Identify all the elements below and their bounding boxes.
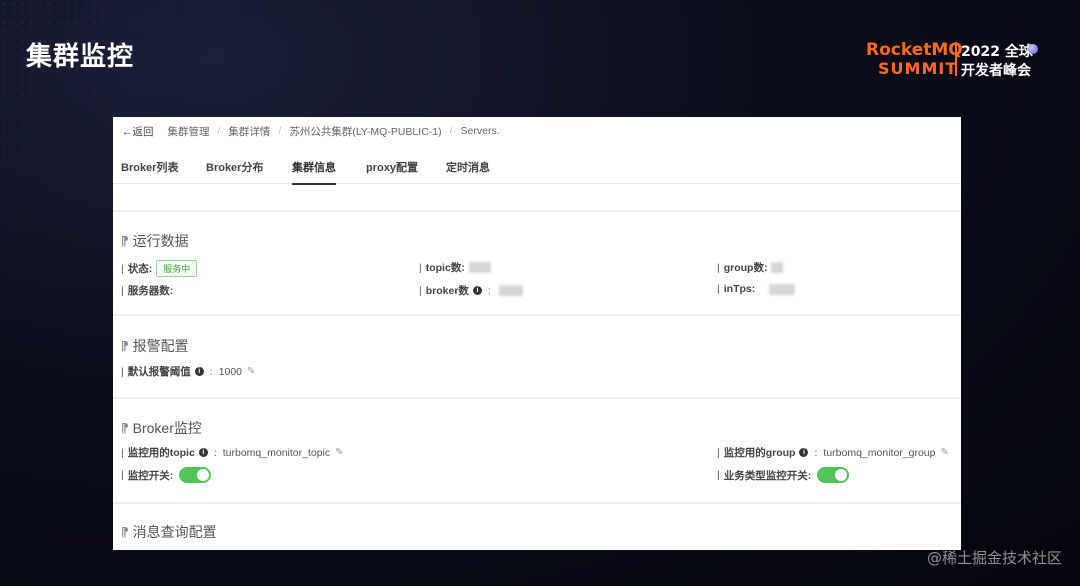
alarm-threshold-value: 1000 <box>218 365 243 378</box>
monitor-switch-field: | 监控开关: <box>121 467 212 483</box>
monitor-group-value: turbomq_monitor_group <box>823 446 936 459</box>
watermark: @稀土掘金技术社区 <box>926 549 1062 567</box>
alarm-threshold-label: 默认报警阈值 <box>127 366 191 378</box>
section-icon: ⁋ <box>121 234 129 248</box>
monitor-group-field: | 监控用的group i : turbomq_monitor_group ✎ <box>717 446 949 460</box>
breadcrumb: ←返回 集群管理 / 集群详情 / 苏州公共集群(LY-MQ-PUBLIC-1)… <box>122 123 500 139</box>
tab-bar: Broker列表 Broker分布 集群信息 proxy配置 定时消息 <box>113 153 961 185</box>
biz-monitor-switch-label: 业务类型监控开关: <box>723 469 812 482</box>
info-icon[interactable]: i <box>194 367 204 376</box>
section-title-text: 消息查询配置 <box>132 524 217 540</box>
status-field: | 状态: 服务中 <box>121 260 198 277</box>
edit-icon[interactable]: ✎ <box>940 447 948 458</box>
group-count-label: group数: <box>723 262 768 274</box>
intps-label: inTps: <box>723 283 756 295</box>
monitor-topic-label: 监控用的topic <box>127 447 195 459</box>
slide-title: 集群监控 <box>26 42 135 72</box>
status-label: 状态: <box>127 263 153 275</box>
redacted-value <box>498 285 523 296</box>
tab-broker-distribution[interactable]: Broker分布 <box>206 159 263 183</box>
section-title-broker-monitor: ⁋ Broker监控 <box>121 418 202 438</box>
breadcrumb-separator: / <box>217 125 221 137</box>
section-icon: ⁋ <box>121 421 129 435</box>
tab-scheduled-messages[interactable]: 定时消息 <box>446 159 490 183</box>
biz-monitor-toggle[interactable] <box>817 467 850 483</box>
monitor-toggle[interactable] <box>179 467 212 483</box>
broker-count-label: broker数 <box>425 285 469 297</box>
info-icon[interactable]: i <box>198 448 208 457</box>
redacted-value <box>769 283 796 295</box>
summit-logo: RocketMQ SUMMIT 2022 全球 开发者峰会 <box>866 40 1046 84</box>
section-divider <box>113 314 961 316</box>
broker-count-field: | broker数 i : <box>419 283 523 298</box>
breadcrumb-item-cluster-detail[interactable]: 集群详情 <box>228 124 270 139</box>
monitor-topic-field: | 监控用的topic i : turbomq_monitor_topic ✎ <box>121 446 344 460</box>
logo-event: 开发者峰会 <box>961 63 1031 79</box>
tab-broker-list[interactable]: Broker列表 <box>121 159 178 183</box>
breadcrumb-separator: / <box>278 125 282 137</box>
section-icon: ⁋ <box>121 525 129 539</box>
section-title-alarm: ⁋ 报警配置 <box>121 336 189 356</box>
section-title-text: 运行数据 <box>132 233 189 249</box>
biz-monitor-switch-field: | 业务类型监控开关: <box>717 467 850 483</box>
redacted-value <box>468 262 491 273</box>
edit-icon[interactable]: ✎ <box>247 366 255 377</box>
intps-field: | inTps: <box>717 283 796 295</box>
section-title-text: 报警配置 <box>132 338 189 354</box>
logo-year: 2022 全球 <box>961 44 1033 60</box>
breadcrumb-item-servers: Servers. <box>460 125 500 137</box>
breadcrumb-separator: / <box>449 125 453 137</box>
server-count-field: | 服务器数: <box>121 284 174 298</box>
planet-icon <box>1028 44 1038 54</box>
cluster-info-panel: ←返回 集群管理 / 集群详情 / 苏州公共集群(LY-MQ-PUBLIC-1)… <box>113 117 961 550</box>
tab-proxy-config[interactable]: proxy配置 <box>366 159 418 183</box>
section-title-text: Broker监控 <box>132 420 202 436</box>
section-divider <box>113 502 961 504</box>
alarm-threshold-field: | 默认报警阈值 i : 1000 ✎ <box>121 365 256 379</box>
topic-count-field: | topic数: <box>419 260 491 275</box>
logo-rocketmq: RocketMQ <box>866 40 963 60</box>
logo-separator <box>955 42 957 76</box>
monitor-switch-label: 监控开关: <box>127 469 174 482</box>
topic-count-label: topic数: <box>425 262 465 274</box>
breadcrumb-item-cluster-manage[interactable]: 集群管理 <box>168 124 210 139</box>
section-divider <box>113 210 961 212</box>
server-count-label: 服务器数: <box>127 285 174 297</box>
breadcrumb-item-cluster-name[interactable]: 苏州公共集群(LY-MQ-PUBLIC-1) <box>289 124 441 139</box>
section-title-runtime: ⁋ 运行数据 <box>121 231 189 251</box>
info-icon[interactable]: i <box>799 448 809 457</box>
group-count-field: | group数: <box>717 260 784 275</box>
back-link[interactable]: ←返回 <box>122 124 154 139</box>
section-icon: ⁋ <box>121 339 129 353</box>
redacted-value <box>771 262 784 273</box>
section-divider <box>113 397 961 399</box>
section-title-query: ⁋ 消息查询配置 <box>121 522 217 542</box>
info-icon[interactable]: i <box>472 286 482 295</box>
logo-summit: SUMMIT <box>878 59 958 78</box>
tab-cluster-info[interactable]: 集群信息 <box>292 159 336 185</box>
status-badge[interactable]: 服务中 <box>156 260 198 277</box>
edit-icon[interactable]: ✎ <box>335 447 343 458</box>
monitor-group-label: 监控用的group <box>723 447 796 459</box>
monitor-topic-value: turbomq_monitor_topic <box>222 446 331 459</box>
